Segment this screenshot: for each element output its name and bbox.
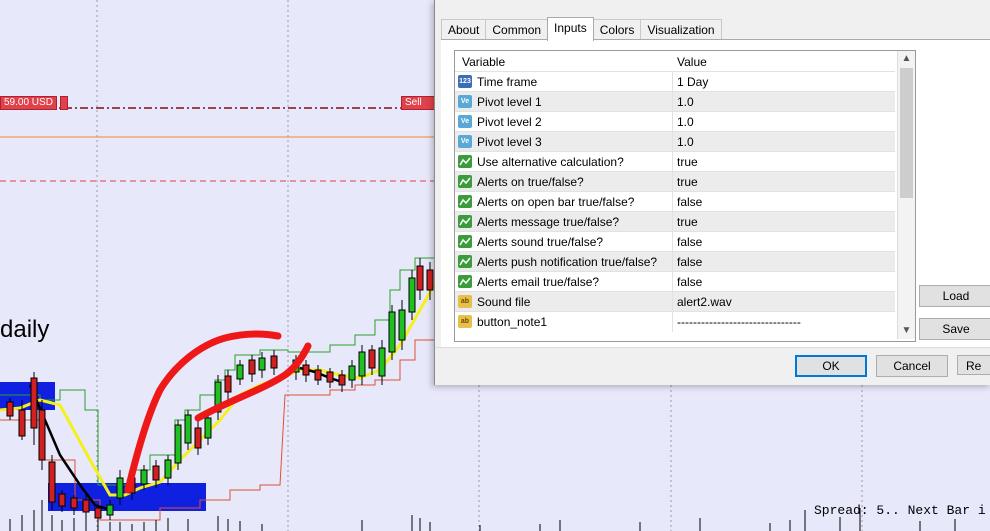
- table-row[interactable]: ab Sound file alert2.wav: [455, 291, 895, 312]
- header-value[interactable]: Value: [677, 55, 707, 69]
- boolean-type-icon: [458, 275, 472, 288]
- row-variable: Alerts email true/false?: [477, 275, 600, 289]
- row-value[interactable]: false: [677, 195, 702, 209]
- row-variable: Use alternative calculation?: [477, 155, 624, 169]
- double-type-icon: Ve: [458, 115, 472, 128]
- table-row[interactable]: Alerts on open bar true/false? false: [455, 191, 895, 212]
- table-row[interactable]: Ve Pivot level 2 1.0: [455, 111, 895, 132]
- load-button[interactable]: Load: [919, 285, 990, 307]
- cancel-button[interactable]: Cancel: [876, 355, 948, 377]
- dialog-tabs: About Common Inputs Colors Visualization: [441, 17, 722, 41]
- integer-type-icon: 123: [458, 75, 472, 88]
- row-variable: Pivot level 2: [477, 115, 542, 129]
- table-row[interactable]: Alerts sound true/false? false: [455, 231, 895, 252]
- row-variable: Pivot level 1: [477, 95, 542, 109]
- save-button[interactable]: Save: [919, 318, 990, 340]
- tab-visualization[interactable]: Visualization: [640, 19, 722, 40]
- tab-colors[interactable]: Colors: [592, 19, 642, 40]
- tab-about[interactable]: About: [441, 19, 487, 40]
- string-type-icon: ab: [458, 295, 472, 308]
- price-tag-sell: Sell: [401, 96, 437, 110]
- spread-info: Spread: 5.. Next Bar i: [814, 503, 986, 518]
- upper-channel: [0, 257, 434, 486]
- double-type-icon: Ve: [458, 95, 472, 108]
- column-divider: [672, 112, 673, 132]
- grid-header: Variable Value: [455, 51, 895, 71]
- row-variable: Alerts on open bar true/false?: [477, 195, 635, 209]
- column-divider: [672, 292, 673, 312]
- scroll-up-icon[interactable]: ▲: [898, 51, 915, 67]
- column-divider: [672, 72, 673, 92]
- column-divider: [672, 212, 673, 232]
- table-row[interactable]: ab button_note1 --------------------------…: [455, 311, 895, 332]
- scroll-thumb[interactable]: [900, 68, 913, 198]
- inputs-panel: Variable Value 123 Time frame 1 Day Ve Pivot…: [441, 39, 990, 347]
- table-row[interactable]: Alerts email true/false? false: [455, 271, 895, 292]
- row-value[interactable]: -------------------------------: [677, 315, 801, 329]
- table-row[interactable]: 123 Time frame 1 Day: [455, 71, 895, 92]
- price-tag-left: 59.00 USD: [0, 96, 57, 110]
- column-divider: [672, 92, 673, 112]
- tab-inputs[interactable]: Inputs: [547, 17, 594, 41]
- row-value[interactable]: true: [677, 215, 698, 229]
- boolean-type-icon: [458, 155, 472, 168]
- header-variable[interactable]: Variable: [462, 55, 505, 69]
- indicator-properties-dialog: About Common Inputs Colors Visualization…: [434, 0, 990, 385]
- row-value[interactable]: alert2.wav: [677, 295, 732, 309]
- row-variable: Alerts message true/false?: [477, 215, 620, 229]
- row-variable: Pivot level 3: [477, 135, 542, 149]
- column-divider: [672, 152, 673, 172]
- row-variable: Sound file: [477, 295, 531, 309]
- double-type-icon: Ve: [458, 135, 472, 148]
- grid-scrollbar[interactable]: ▲ ▼: [897, 51, 915, 339]
- table-row[interactable]: Use alternative calculation? true: [455, 151, 895, 172]
- row-variable: Alerts on true/false?: [477, 175, 584, 189]
- row-value[interactable]: 1.0: [677, 95, 694, 109]
- boolean-type-icon: [458, 255, 472, 268]
- row-value[interactable]: false: [677, 235, 702, 249]
- chart-label-daily: daily: [0, 316, 50, 343]
- column-divider: [672, 252, 673, 272]
- column-divider: [672, 132, 673, 152]
- column-divider: [672, 272, 673, 292]
- dialog-footer: OK Cancel Re: [435, 347, 990, 385]
- row-value[interactable]: true: [677, 155, 698, 169]
- table-row[interactable]: Alerts push notification true/false? fals…: [455, 251, 895, 272]
- row-value[interactable]: 1.0: [677, 115, 694, 129]
- row-value[interactable]: 1 Day: [677, 75, 708, 89]
- ok-button[interactable]: OK: [795, 355, 867, 377]
- reset-button[interactable]: Re: [957, 355, 990, 375]
- inputs-grid: Variable Value 123 Time frame 1 Day Ve Pivot…: [454, 50, 916, 342]
- price-tag-left-marker: [60, 96, 68, 110]
- table-row[interactable]: Alerts on true/false? true: [455, 171, 895, 192]
- table-row[interactable]: Ve Pivot level 1 1.0: [455, 91, 895, 112]
- column-divider: [672, 312, 673, 332]
- column-divider: [672, 232, 673, 252]
- boolean-type-icon: [458, 195, 472, 208]
- boolean-type-icon: [458, 175, 472, 188]
- row-variable: Time frame: [477, 75, 538, 89]
- string-type-icon: ab: [458, 315, 472, 328]
- row-value[interactable]: 1.0: [677, 135, 694, 149]
- table-row[interactable]: Alerts message true/false? true: [455, 211, 895, 232]
- column-divider: [672, 172, 673, 192]
- tab-common[interactable]: Common: [485, 19, 549, 40]
- row-variable: button_note1: [477, 315, 548, 329]
- column-divider: [672, 192, 673, 212]
- row-value[interactable]: false: [677, 275, 702, 289]
- boolean-type-icon: [458, 235, 472, 248]
- row-value[interactable]: false: [677, 255, 702, 269]
- table-row[interactable]: Ve Pivot level 3 1.0: [455, 131, 895, 152]
- boolean-type-icon: [458, 215, 472, 228]
- row-variable: Alerts sound true/false?: [477, 235, 604, 249]
- row-value[interactable]: true: [677, 175, 698, 189]
- scroll-down-icon[interactable]: ▼: [898, 323, 915, 339]
- row-variable: Alerts push notification true/false?: [477, 255, 658, 269]
